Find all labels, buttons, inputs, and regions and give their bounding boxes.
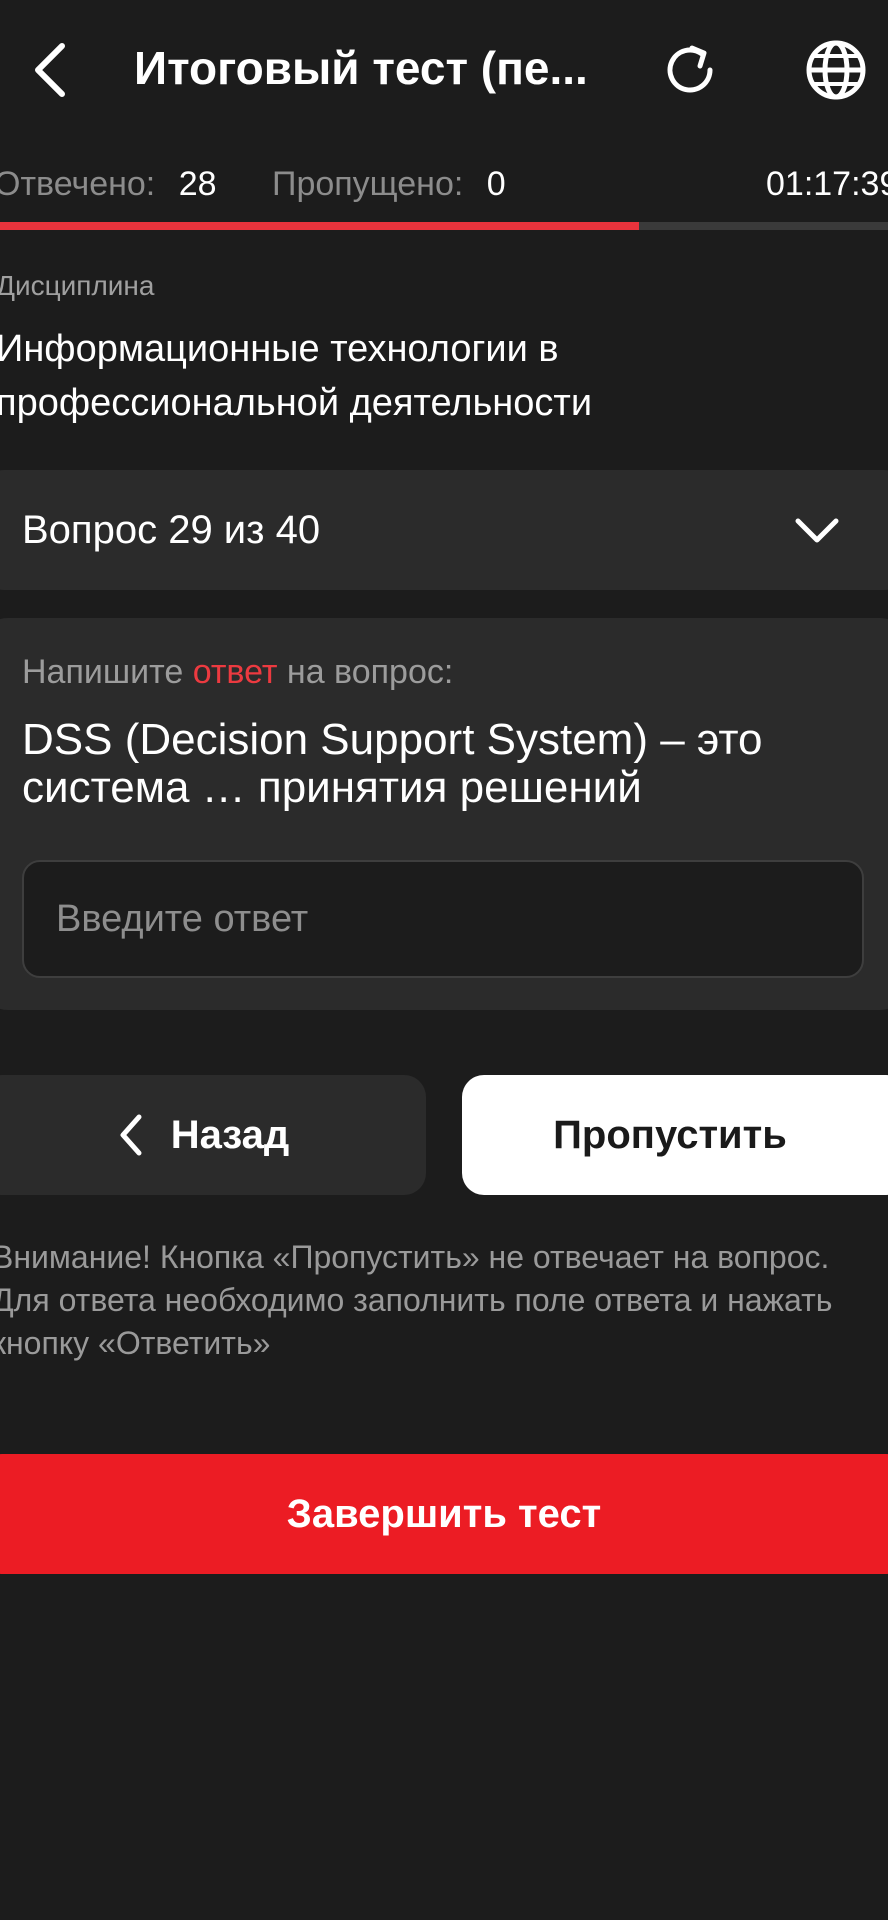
finish-test-button[interactable]: Завершить тест — [0, 1454, 888, 1574]
skipped-counter: Пропущено: 0 — [272, 158, 506, 210]
skipped-value: 0 — [486, 165, 506, 203]
answered-label: Отвечено: — [0, 165, 156, 203]
chevron-down-icon — [795, 518, 839, 543]
progress-fill — [0, 222, 640, 230]
question-card: Напишите ответ на вопрос: DSS (Decision … — [0, 618, 888, 1010]
back-button-label: Назад — [170, 1112, 290, 1157]
skipped-label: Пропущено: — [272, 165, 464, 203]
language-button[interactable] — [796, 30, 876, 110]
test-stats: Отвечено: 28 Пропущено: 0 01:17:39 — [0, 158, 888, 210]
skip-button[interactable]: Пропустить — [462, 1075, 888, 1195]
globe-icon — [806, 40, 866, 100]
top-bar: Итоговый тест (пе... — [0, 0, 888, 140]
question-number: Вопрос 29 из 40 — [22, 508, 321, 552]
discipline-name: Информационные технологии в профессионал… — [0, 328, 593, 424]
skip-notice: Внимание! Кнопка «Пропустить» не отвечае… — [0, 1239, 833, 1361]
back-button[interactable]: Назад — [0, 1075, 426, 1195]
answered-value: 28 — [178, 165, 217, 203]
timer: 01:17:39 — [766, 165, 888, 203]
prompt-text-after: на вопрос: — [286, 653, 454, 691]
finish-test-label: Завершить тест — [286, 1491, 602, 1536]
chevron-left-icon — [35, 43, 65, 97]
back-nav-button[interactable] — [20, 30, 80, 110]
question-selector[interactable]: Вопрос 29 из 40 — [0, 470, 888, 590]
discipline-label: Дисциплина — [0, 270, 155, 301]
reload-icon — [667, 45, 713, 93]
prompt-text-before: Напишите — [22, 653, 184, 691]
answered-counter: Отвечено: 28 — [0, 158, 217, 210]
progress-bar — [0, 222, 888, 230]
skip-button-label: Пропустить — [553, 1112, 787, 1157]
question-prompt: Напишите ответ на вопрос: — [22, 648, 453, 696]
question-text: DSS (Decision Support System) – это сист… — [22, 715, 763, 812]
chevron-left-icon — [120, 1114, 142, 1156]
reload-button[interactable] — [650, 30, 730, 110]
answer-input[interactable] — [22, 860, 864, 978]
page-title: Итоговый тест (пе... — [134, 42, 588, 94]
prompt-text-accent: ответ — [192, 653, 278, 691]
